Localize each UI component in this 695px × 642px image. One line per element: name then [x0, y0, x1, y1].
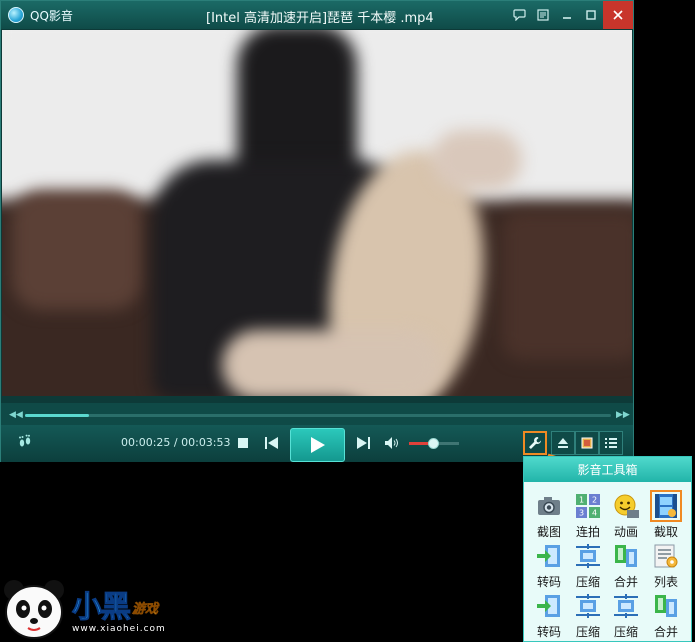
tool-label: 转码: [536, 575, 561, 589]
eject-button[interactable]: [551, 431, 575, 455]
svg-text:2: 2: [592, 496, 597, 505]
tool-compress-3[interactable]: 压缩: [606, 593, 646, 640]
tool-clip[interactable]: 截取: [646, 490, 686, 540]
tool-transcode-2[interactable]: 转码: [529, 593, 569, 640]
time-current: 00:00:25: [121, 436, 171, 449]
app-name: QQ影音: [30, 8, 73, 23]
minimize-icon[interactable]: [555, 1, 579, 29]
tool-label: 压缩: [575, 575, 600, 589]
tool-label: 连拍: [575, 525, 600, 539]
video-frame[interactable]: [2, 30, 632, 396]
window-title: [Intel 高清加速开启]琵琶 千本樱 .mp4: [206, 11, 434, 26]
tool-label: 转码: [536, 625, 561, 639]
time-separator: /: [170, 436, 182, 449]
watermark-brand: 小黑: [72, 590, 132, 626]
skin-menu-icon[interactable]: [531, 1, 555, 29]
tool-animation[interactable]: 动画: [606, 493, 646, 540]
time-total: 00:03:53: [181, 436, 231, 449]
tool-label: 压缩: [613, 625, 638, 639]
svg-text:4: 4: [592, 509, 597, 518]
tool-compress-2[interactable]: 压缩: [568, 593, 608, 640]
toolbox-panel: 影音工具箱 截图 1234 连拍 动画 截取 转码 压缩 合并 列表 转码 压缩…: [523, 456, 692, 642]
tool-label: 合并: [613, 575, 638, 589]
tool-label: 合并: [653, 625, 678, 639]
burst-shot-icon: 1234: [575, 493, 601, 519]
compress-icon: [575, 543, 601, 569]
volume-icon[interactable]: [385, 436, 399, 450]
transcode-icon: [536, 593, 562, 619]
volume-slider[interactable]: [409, 438, 459, 449]
title-bar[interactable]: QQ影音 [Intel 高清加速开启]琵琶 千本樱 .mp4: [1, 1, 633, 29]
tool-list[interactable]: 列表: [646, 543, 686, 590]
picture-mode-button[interactable]: [575, 431, 599, 455]
next-button[interactable]: [356, 436, 370, 450]
tool-burst[interactable]: 1234 连拍: [568, 493, 608, 540]
play-button[interactable]: [290, 428, 345, 462]
seek-track[interactable]: [25, 414, 611, 417]
tool-label: 截取: [653, 525, 678, 539]
transcode-icon: [536, 543, 562, 569]
site-watermark: 小黑 游戏 www.xiaohei.com: [0, 576, 200, 642]
chat-bubble-icon[interactable]: [507, 1, 531, 29]
video-sofa-arm: [12, 190, 142, 310]
camera-icon: [536, 493, 562, 519]
seek-bar[interactable]: ◀◀ ▶▶: [1, 403, 633, 425]
tool-compress[interactable]: 压缩: [568, 543, 608, 590]
tool-transcode[interactable]: 转码: [529, 543, 569, 590]
watermark-sub: 游戏: [132, 602, 159, 618]
clip-film-icon: [650, 490, 682, 522]
svg-text:1: 1: [579, 496, 584, 505]
tool-label: 截图: [536, 525, 561, 539]
list-settings-icon: [653, 543, 679, 569]
previous-button[interactable]: [264, 436, 278, 450]
video-lap: [222, 330, 442, 396]
screenshot-stage: QQ影音 [Intel 高清加速开启]琵琶 千本樱 .mp4 ◀◀ ▶▶ 00:…: [0, 0, 695, 642]
tool-label: 压缩: [575, 625, 600, 639]
toolbox-title: 影音工具箱: [524, 457, 691, 482]
window-controls: [507, 1, 633, 29]
video-sofa-right: [502, 210, 632, 360]
maximize-icon[interactable]: [579, 1, 603, 29]
svg-text:3: 3: [579, 509, 584, 518]
toolbox-wrench-button[interactable]: [523, 431, 547, 455]
video-hand: [432, 130, 522, 190]
tool-label: 动画: [613, 525, 638, 539]
time-display: 00:00:25 / 00:03:53: [121, 436, 231, 449]
merge-icon: [613, 543, 639, 569]
stop-button[interactable]: [237, 437, 249, 449]
footprint-icon[interactable]: [17, 434, 33, 454]
tool-screenshot[interactable]: 截图: [529, 493, 569, 540]
seek-progress-fill: [25, 414, 89, 417]
volume-knob[interactable]: [428, 438, 439, 449]
gif-smiley-icon: [613, 493, 639, 519]
panda-mascot-icon: [4, 580, 64, 639]
tool-merge-2[interactable]: 合并: [646, 593, 686, 640]
player-window: QQ影音 [Intel 高清加速开启]琵琶 千本樱 .mp4 ◀◀ ▶▶ 00:…: [0, 0, 634, 462]
merge-icon: [653, 593, 679, 619]
watermark-url: www.xiaohei.com: [72, 624, 166, 634]
compress-icon: [575, 593, 601, 619]
compress-icon: [613, 593, 639, 619]
forward-arrow-icon[interactable]: ▶▶: [616, 410, 630, 420]
close-icon[interactable]: [603, 1, 633, 29]
qq-player-logo-icon: [8, 7, 24, 23]
tool-label: 列表: [653, 575, 678, 589]
tool-merge[interactable]: 合并: [606, 543, 646, 590]
rewind-arrow-icon[interactable]: ◀◀: [9, 410, 23, 420]
playlist-button[interactable]: [599, 431, 623, 455]
